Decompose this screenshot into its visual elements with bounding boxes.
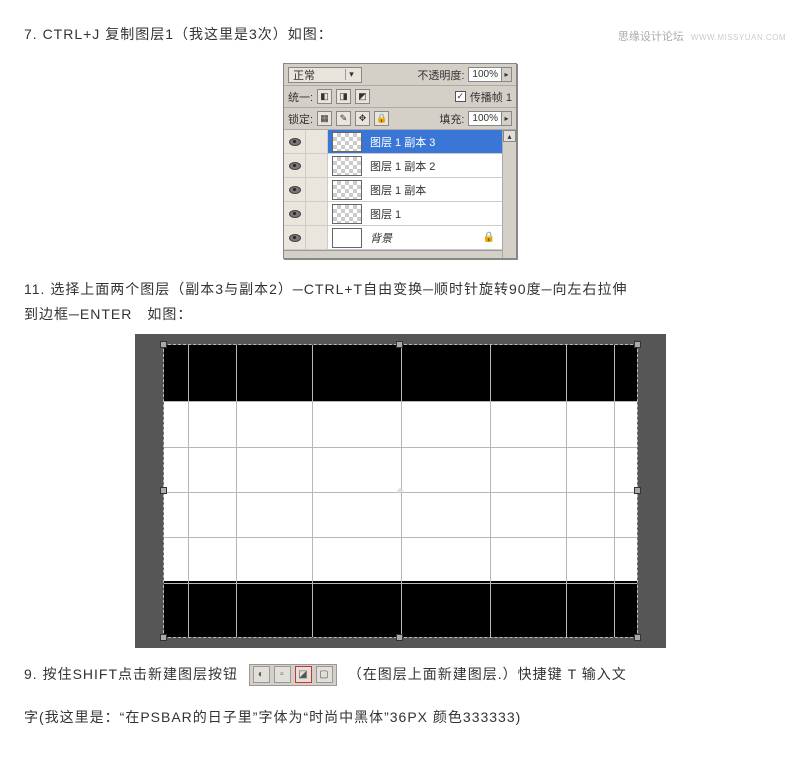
layers-panel: 正常 ▾ 不透明度: 100% ▸ 统一: ◧ ◨ ◩ ✓ 传播帧 1 锁定: … [283, 63, 517, 259]
visibility-toggle[interactable] [284, 202, 306, 225]
new-layer-button[interactable]: ◪ [295, 666, 312, 683]
layer-list-area: 图层 1 副本 3 图层 1 副本 2 图层 1 副本 [284, 130, 516, 258]
transform-handle[interactable] [160, 634, 167, 641]
fill-input[interactable]: 100% ▸ [468, 111, 512, 126]
visibility-toggle[interactable] [284, 226, 306, 249]
lock-pixels-icon[interactable]: ✎ [336, 111, 351, 126]
scroll-up-icon[interactable]: ▴ [503, 130, 516, 142]
lock-label: 锁定: [288, 111, 313, 127]
layer-name: 图层 1 副本 3 [366, 134, 435, 150]
transform-bounding-box[interactable]: ✦ [163, 344, 638, 638]
layer-thumbnail[interactable] [332, 228, 362, 248]
layer-item[interactable]: 图层 1 副本 [284, 178, 502, 202]
watermark-text: 思缘设计论坛 [618, 31, 684, 43]
lock-position-icon[interactable]: ✥ [355, 111, 370, 126]
layer-thumbnail[interactable] [332, 132, 362, 152]
eye-icon [289, 210, 301, 218]
propagate-checkbox[interactable]: ✓ [455, 91, 466, 102]
layer-item[interactable]: 图层 1 副本 2 [284, 154, 502, 178]
propagate-label: 传播帧 1 [470, 89, 512, 105]
link-cell[interactable] [306, 178, 328, 201]
tb-icon-2[interactable]: ▫ [274, 666, 291, 683]
transform-handle[interactable] [160, 487, 167, 494]
layer-thumbnail[interactable] [332, 180, 362, 200]
layer-name: 图层 1 [366, 206, 401, 222]
layer-item[interactable]: 图层 1 副本 3 [284, 130, 502, 154]
layers-panel-footer [284, 250, 502, 258]
transform-handle[interactable] [634, 487, 641, 494]
transform-handle[interactable] [634, 341, 641, 348]
layers-panel-row-blend: 正常 ▾ 不透明度: 100% ▸ [284, 64, 516, 86]
step-9-line-1: 9. 按住SHIFT点击新建图层按钮 ◐ ▫ ◪ ▢ （在图层上面新建图层.）快… [0, 662, 800, 687]
eye-icon [289, 162, 301, 170]
unify-icon-1[interactable]: ◧ [317, 89, 332, 104]
tb-icon-1[interactable]: ◐ [253, 666, 270, 683]
opacity-label: 不透明度: [417, 67, 464, 83]
layer-thumbnail[interactable] [332, 204, 362, 224]
transform-pivot-icon[interactable]: ✦ [394, 485, 406, 497]
layer-name: 背景 [366, 230, 392, 246]
step-11-text-b: 到边框─ENTER 如图： [0, 302, 800, 327]
transform-handle[interactable] [396, 341, 403, 348]
layer-name: 图层 1 副本 [366, 182, 426, 198]
layer-list: 图层 1 副本 3 图层 1 副本 2 图层 1 副本 [284, 130, 502, 250]
lock-transparency-icon[interactable]: ▦ [317, 111, 332, 126]
lock-all-icon[interactable]: 🔒 [374, 111, 389, 126]
unify-label: 统一: [288, 89, 313, 105]
blend-mode-value: 正常 [293, 67, 315, 83]
eye-icon [289, 234, 301, 242]
scrollbar[interactable]: ▴ [502, 130, 516, 258]
blend-mode-dropdown[interactable]: 正常 ▾ [288, 67, 362, 83]
fill-label: 填充: [439, 111, 464, 127]
step-9-text-b: （在图层上面新建图层.）快捷键 T 输入文 [348, 666, 627, 682]
tb-icon-4[interactable]: ▢ [316, 666, 333, 683]
watermark-url: WWW.MISSYUAN.COM [691, 33, 786, 42]
unify-icon-2[interactable]: ◨ [336, 89, 351, 104]
step-9-text-c: 字(我这里是：“在PSBAR的日子里”字体为“时尚中黑体”36PX 颜色3333… [0, 705, 800, 730]
fill-value: 100% [469, 113, 501, 124]
layer-name: 图层 1 副本 2 [366, 158, 435, 174]
transform-handle[interactable] [160, 341, 167, 348]
layer-thumbnail[interactable] [332, 156, 362, 176]
opacity-value: 100% [469, 69, 501, 80]
visibility-toggle[interactable] [284, 130, 306, 153]
step-9-text-a: 9. 按住SHIFT点击新建图层按钮 [24, 666, 238, 682]
lock-icon: 🔒 [480, 232, 498, 243]
layer-item[interactable]: 图层 1 [284, 202, 502, 226]
step-11-text-a: 11. 选择上面两个图层（副本3与副本2）─CTRL+T自由变换─顺时针旋转90… [0, 277, 800, 302]
watermark: 思缘设计论坛 WWW.MISSYUAN.COM [618, 28, 786, 44]
link-cell[interactable] [306, 226, 328, 249]
layer-item-background[interactable]: 背景 🔒 [284, 226, 502, 250]
transform-figure: ✦ [135, 334, 666, 648]
eye-icon [289, 186, 301, 194]
link-cell[interactable] [306, 130, 328, 153]
fill-step-icon[interactable]: ▸ [501, 112, 511, 125]
opacity-step-icon[interactable]: ▸ [501, 68, 511, 81]
visibility-toggle[interactable] [284, 154, 306, 177]
chevron-down-icon: ▾ [345, 69, 357, 80]
opacity-input[interactable]: 100% ▸ [468, 67, 512, 82]
eye-icon [289, 138, 301, 146]
link-cell[interactable] [306, 202, 328, 225]
layer-toolbar-snippet: ◐ ▫ ◪ ▢ [249, 664, 337, 686]
link-cell[interactable] [306, 154, 328, 177]
visibility-toggle[interactable] [284, 178, 306, 201]
transform-handle[interactable] [396, 634, 403, 641]
layers-panel-row-lock: 锁定: ▦ ✎ ✥ 🔒 填充: 100% ▸ [284, 108, 516, 130]
unify-icon-3[interactable]: ◩ [355, 89, 370, 104]
layers-panel-row-unify: 统一: ◧ ◨ ◩ ✓ 传播帧 1 [284, 86, 516, 108]
transform-handle[interactable] [634, 634, 641, 641]
